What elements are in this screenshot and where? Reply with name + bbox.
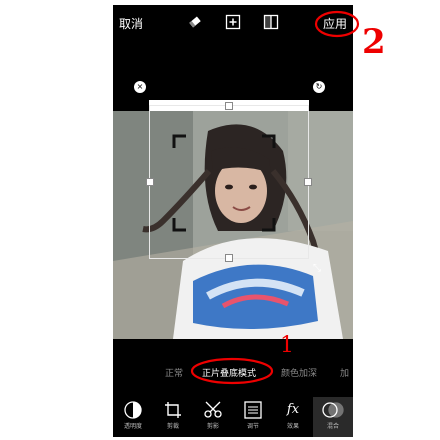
annotation-step-1: 1 <box>280 333 294 358</box>
annotation-step-2: 2 <box>362 22 386 62</box>
annotation-circle-apply <box>314 10 360 38</box>
annotation-layer <box>190 10 360 385</box>
annotation-circle-blend-mode <box>190 357 274 385</box>
